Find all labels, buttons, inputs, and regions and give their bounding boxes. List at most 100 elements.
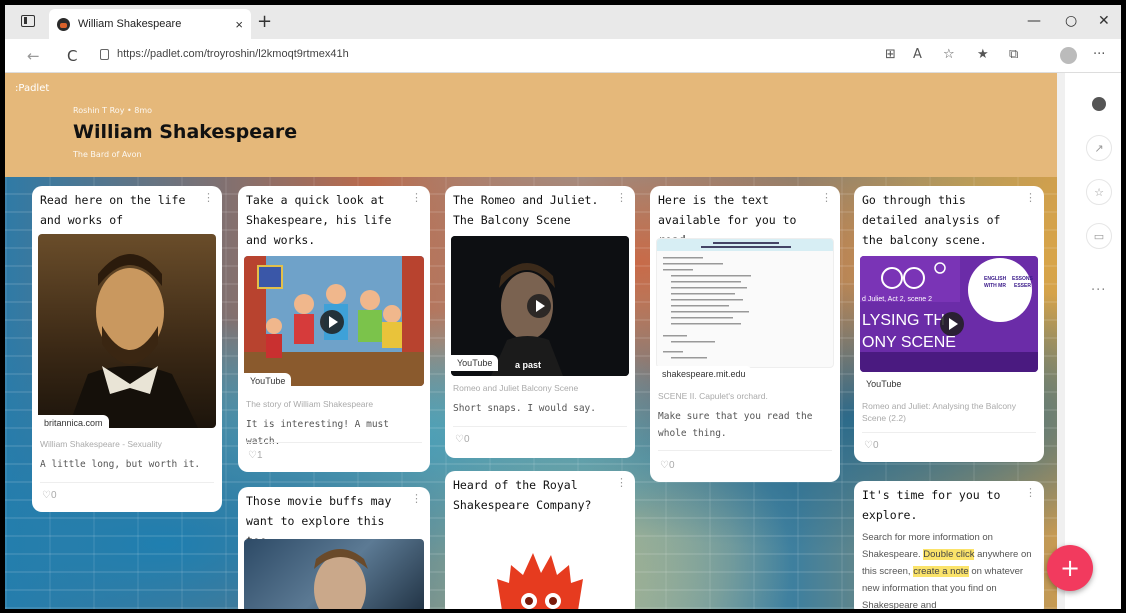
avatar-icon bbox=[1092, 97, 1106, 111]
video-thumbnail[interactable] bbox=[244, 539, 424, 609]
tab-title: William Shakespeare bbox=[78, 18, 182, 30]
post-image[interactable] bbox=[38, 234, 216, 428]
play-icon[interactable] bbox=[320, 310, 344, 334]
tab-close-icon[interactable]: × bbox=[235, 17, 243, 32]
post-card[interactable]: ⋮ Read here on the life and works of Sha… bbox=[32, 186, 222, 512]
play-icon[interactable] bbox=[527, 294, 551, 318]
post-card[interactable]: ⋮ Heard of the Royal Shakespeare Company… bbox=[445, 471, 635, 609]
post-card[interactable]: ⋮ Here is the text available for you to … bbox=[650, 186, 840, 482]
post-caption: SCENE II. Capulet's orchard. bbox=[658, 391, 768, 401]
thumbnail-text: d Juliet, Act 2, scene 2 bbox=[862, 296, 933, 303]
add-favorite-icon[interactable]: ☆ bbox=[943, 47, 955, 62]
like-count: 0 bbox=[668, 460, 675, 471]
post-menu-icon[interactable]: ⋮ bbox=[411, 191, 422, 204]
page-title: William Shakespeare bbox=[73, 121, 298, 143]
thumbnail-badge: ESSONS bbox=[1012, 276, 1033, 282]
slideshow-button[interactable]: ▭ bbox=[1086, 223, 1112, 249]
post-menu-icon[interactable]: ⋮ bbox=[203, 191, 214, 204]
post-caption: The story of William Shakespeare bbox=[246, 399, 374, 409]
read-aloud-icon[interactable]: A bbox=[913, 47, 922, 62]
browser-menu-button[interactable]: ··· bbox=[1093, 47, 1105, 62]
post-card[interactable]: ⋮ Go through this detailed analysis of t… bbox=[854, 186, 1044, 462]
document-lines bbox=[657, 239, 833, 359]
actor-thumbnail bbox=[314, 549, 368, 609]
share-icon: ↗ bbox=[1094, 141, 1104, 155]
video-thumbnail[interactable] bbox=[244, 256, 424, 386]
post-source[interactable]: shakespeare.mit.edu bbox=[656, 366, 752, 382]
post-caption: Romeo and Juliet Balcony Scene bbox=[453, 383, 579, 393]
slideshow-icon: ▭ bbox=[1093, 229, 1105, 243]
post-image[interactable] bbox=[451, 543, 629, 609]
post-menu-icon[interactable]: ⋮ bbox=[616, 191, 627, 204]
like-button[interactable]: ♡0 bbox=[660, 460, 675, 471]
post-card[interactable]: ⋮ It's time for you to explore. Search f… bbox=[854, 481, 1044, 609]
post-source[interactable]: britannica.com bbox=[38, 415, 109, 431]
post-title: It's time for you to explore. bbox=[862, 488, 1001, 522]
like-button[interactable]: ♡0 bbox=[42, 490, 57, 501]
share-button[interactable]: ↗ bbox=[1086, 135, 1112, 161]
post-title: Take a quick look at Shakespeare, his li… bbox=[246, 193, 392, 247]
post-source[interactable]: YouTube bbox=[451, 355, 499, 371]
post-body: Make sure that you read the whole thing. bbox=[658, 411, 813, 439]
profile-avatar[interactable] bbox=[1060, 47, 1077, 64]
post-card[interactable]: ⋮ Take a quick look at Shakespeare, his … bbox=[238, 186, 430, 472]
address-bar: ← C https://padlet.com/troyroshin/l2kmoq… bbox=[5, 39, 1121, 73]
like-count: 1 bbox=[256, 450, 263, 461]
like-count: 0 bbox=[872, 440, 879, 451]
video-thumbnail[interactable]: d Juliet, Act 2, scene 2 LYSING TH ONY S… bbox=[860, 256, 1038, 372]
padlet-logo[interactable]: :Padlet bbox=[15, 83, 49, 94]
title-bar: William Shakespeare × + — ○ ✕ bbox=[5, 5, 1121, 39]
scrollbar[interactable] bbox=[1057, 73, 1065, 609]
post-divider bbox=[40, 482, 214, 483]
post-source[interactable]: YouTube bbox=[244, 373, 292, 389]
post-source[interactable]: YouTube bbox=[860, 376, 908, 392]
user-avatar[interactable] bbox=[1086, 91, 1112, 117]
reload-button[interactable]: C bbox=[67, 47, 77, 65]
star-icon: ☆ bbox=[1094, 185, 1104, 199]
post-body: Search for more information on Shakespea… bbox=[862, 529, 1036, 609]
post-menu-icon[interactable]: ⋮ bbox=[616, 476, 627, 489]
tab-actions-icon[interactable] bbox=[21, 15, 35, 27]
post-title: The Romeo and Juliet. The Balcony Scene bbox=[453, 193, 599, 227]
minimize-button[interactable]: — bbox=[1027, 13, 1041, 29]
like-button[interactable]: ♡0 bbox=[455, 434, 470, 445]
url-field[interactable]: https://padlet.com/troyroshin/l2kmoqt9rt… bbox=[117, 48, 349, 60]
post-menu-icon[interactable]: ⋮ bbox=[1025, 486, 1036, 499]
lock-icon[interactable] bbox=[100, 49, 109, 60]
highlight-text: create a note bbox=[913, 566, 969, 577]
document-preview[interactable] bbox=[656, 238, 834, 368]
new-tab-button[interactable]: + bbox=[257, 11, 272, 32]
rsc-logo-image bbox=[497, 553, 583, 609]
post-menu-icon[interactable]: ⋮ bbox=[411, 492, 422, 505]
post-menu-icon[interactable]: ⋮ bbox=[1025, 191, 1036, 204]
more-options-icon[interactable]: ··· bbox=[1091, 283, 1106, 298]
post-card[interactable]: ⋮ Those movie buffs may want to explore … bbox=[238, 487, 430, 609]
post-divider bbox=[453, 426, 627, 427]
post-menu-icon[interactable]: ⋮ bbox=[821, 191, 832, 204]
video-overlay-text: a past bbox=[515, 360, 542, 370]
like-count: 0 bbox=[50, 490, 57, 501]
thumbnail-badge: ENGLISH bbox=[984, 276, 1007, 282]
like-button[interactable]: ♡1 bbox=[248, 450, 263, 461]
like-button[interactable]: ♡0 bbox=[864, 440, 879, 451]
remake-button[interactable]: ☆ bbox=[1086, 179, 1112, 205]
collections-icon[interactable]: ⧉ bbox=[1009, 47, 1018, 62]
restore-button[interactable]: ○ bbox=[1065, 13, 1077, 29]
post-body: It is interesting! A must watch. bbox=[246, 419, 389, 447]
back-button[interactable]: ← bbox=[27, 47, 40, 65]
padlet-favicon-icon bbox=[57, 17, 70, 31]
post-body: Short snaps. I would say. bbox=[453, 403, 596, 414]
post-title: Go through this detailed analysis of the… bbox=[862, 193, 1001, 247]
favorites-icon[interactable]: ★ bbox=[977, 47, 989, 62]
reader-view-icon[interactable]: ⊞ bbox=[885, 47, 896, 62]
play-icon[interactable] bbox=[940, 312, 964, 336]
padlet-header: :Padlet Roshin T Roy • 8mo William Shake… bbox=[5, 73, 1057, 177]
portrait-image bbox=[68, 254, 198, 428]
browser-window: William Shakespeare × + — ○ ✕ ← C https:… bbox=[5, 5, 1121, 609]
browser-tab[interactable]: William Shakespeare × bbox=[49, 9, 251, 39]
close-window-button[interactable]: ✕ bbox=[1098, 13, 1110, 29]
thumbnail-badge: WITH MR bbox=[984, 283, 1006, 289]
post-divider bbox=[246, 442, 422, 443]
add-post-button[interactable]: + bbox=[1047, 545, 1093, 591]
post-card[interactable]: ⋮ The Romeo and Juliet. The Balcony Scen… bbox=[445, 186, 635, 458]
